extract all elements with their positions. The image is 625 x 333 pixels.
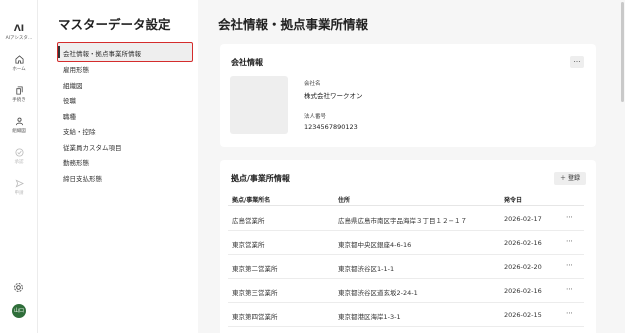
rail-item-organization[interactable]: 組織図 <box>0 117 38 134</box>
company-name-value: 株式会社ワークオン <box>304 92 363 100</box>
rail-item-procedure[interactable]: 手続き <box>0 86 38 103</box>
approval-icon <box>14 148 24 157</box>
ai-logo-icon: ΛI <box>13 24 25 34</box>
table-row[interactable]: 東京営業所 東京都中央区銀座4-6-16 2026-02-16 ⋯ <box>228 231 584 255</box>
office-address: 広島県広島市南区宇品海岸３丁目１２−１７ <box>338 217 467 225</box>
corporate-number-label: 法人番号 <box>304 114 327 120</box>
company-info-card: 会社情報 … 会社名 株式会社ワークオン 法人番号 1234567890123 <box>220 44 596 147</box>
corporate-number-value: 1234567890123 <box>304 123 358 131</box>
office-name: 東京第二営業所 <box>232 265 278 273</box>
row-more-button[interactable]: ⋯ <box>566 237 573 245</box>
sidebar-item-closing-payment[interactable]: 締日支払形態 <box>63 173 102 183</box>
ai-assistant-button[interactable]: ΛI AIアシスタ… <box>0 24 38 41</box>
organization-icon <box>15 117 23 126</box>
office-name: 東京第四営業所 <box>232 313 278 321</box>
column-header-address: 住所 <box>338 197 351 204</box>
row-more-button[interactable]: ⋯ <box>566 261 573 269</box>
office-date: 2026-02-15 <box>504 311 542 319</box>
office-date: 2026-02-16 <box>504 239 542 247</box>
company-logo-placeholder[interactable] <box>230 76 288 134</box>
rail-item-approval[interactable]: 承認 <box>0 148 38 165</box>
row-more-button[interactable]: ⋯ <box>566 213 573 221</box>
column-header-date: 発令日 <box>504 197 523 204</box>
office-address: 東京都渋谷区道玄坂2-24-1 <box>338 289 418 297</box>
column-header-name: 拠点/事業所名 <box>232 197 271 204</box>
send-icon <box>15 179 24 188</box>
row-more-button[interactable]: ⋯ <box>566 309 573 317</box>
office-name: 広島営業所 <box>232 217 265 225</box>
office-date: 2026-02-16 <box>504 287 542 295</box>
table-row[interactable]: 東京第四営業所 東京都港区海岸1-3-1 2026-02-15 ⋯ <box>228 303 584 327</box>
office-info-card: 拠点/事業所情報 ＋ 登録 拠点/事業所名 住所 発令日 広島営業所 広島県広島… <box>220 160 596 333</box>
active-indicator <box>58 46 60 58</box>
rail-item-label: 組織図 <box>12 129 26 134</box>
ai-assistant-label: AIアシスタ… <box>5 36 33 41</box>
sidebar-item-org-chart[interactable]: 組織図 <box>63 80 83 90</box>
table-row[interactable]: 広島営業所 広島県広島市南区宇品海岸３丁目１２−１７ 2026-02-17 ⋯ <box>228 207 584 231</box>
row-more-button[interactable]: ⋯ <box>566 285 573 293</box>
icon-rail: ΛI AIアシスタ… ホーム 手続き 組織図 承認 申請 山口 <box>0 0 38 333</box>
sidebar-item-custom-fields[interactable]: 従業員カスタム項目 <box>63 142 122 152</box>
sidebar-item-company-info[interactable]: 会社情報・拠点事業所情報 <box>63 48 141 58</box>
rail-item-label: 承認 <box>14 160 24 165</box>
office-date: 2026-02-20 <box>504 263 542 271</box>
table-row[interactable]: 東京第三営業所 東京都渋谷区道玄坂2-24-1 2026-02-16 ⋯ <box>228 279 584 303</box>
settings-sidebar: マスターデータ設定 会社情報・拠点事業所情報 雇用形態 組織図 役職 職種 支給… <box>38 0 198 333</box>
page-title: 会社情報・拠点事業所情報 <box>218 17 369 32</box>
home-icon <box>14 55 24 64</box>
sidebar-item-job-type[interactable]: 職種 <box>63 111 76 121</box>
office-name: 東京第三営業所 <box>232 289 278 297</box>
office-address: 東京都渋谷区1-1-1 <box>338 265 395 273</box>
company-more-button[interactable]: … <box>570 56 584 68</box>
sidebar-item-pay-deduction[interactable]: 支給・控除 <box>63 126 96 136</box>
register-button[interactable]: ＋ 登録 <box>554 172 586 185</box>
office-date: 2026-02-17 <box>504 215 542 223</box>
sidebar-item-work-style[interactable]: 勤務形態 <box>63 157 89 167</box>
sidebar-title: マスターデータ設定 <box>58 17 171 32</box>
office-table-header: 拠点/事業所名 住所 発令日 <box>228 193 584 206</box>
rail-item-label: ホーム <box>12 67 26 72</box>
office-address: 東京都中央区銀座4-6-16 <box>338 241 412 249</box>
gear-icon[interactable] <box>13 282 24 293</box>
avatar[interactable]: 山口 <box>12 304 26 318</box>
company-name-label: 会社名 <box>304 81 321 87</box>
page-scrollbar[interactable] <box>621 2 624 102</box>
rail-item-label: 手続き <box>12 98 26 103</box>
rail-item-home[interactable]: ホーム <box>0 55 38 72</box>
sidebar-item-employment-type[interactable]: 雇用形態 <box>63 64 89 74</box>
company-info-title: 会社情報 <box>231 58 263 67</box>
office-name: 東京営業所 <box>232 241 265 249</box>
rail-item-label: 申請 <box>14 191 24 196</box>
office-info-title: 拠点/事業所情報 <box>231 174 290 183</box>
main-content: 会社情報・拠点事業所情報 会社情報 … 会社名 株式会社ワークオン 法人番号 1… <box>198 0 625 333</box>
rail-item-send[interactable]: 申請 <box>0 179 38 196</box>
table-row[interactable]: 東京第二営業所 東京都渋谷区1-1-1 2026-02-20 ⋯ <box>228 255 584 279</box>
procedure-icon <box>15 86 23 95</box>
office-address: 東京都港区海岸1-3-1 <box>338 313 401 321</box>
sidebar-item-position[interactable]: 役職 <box>63 95 76 105</box>
